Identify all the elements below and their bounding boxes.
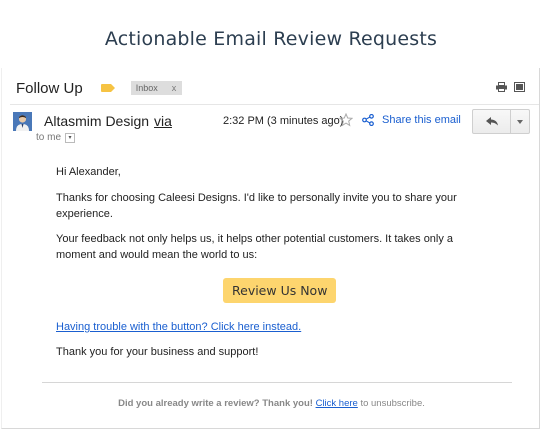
review-us-now-button[interactable]: Review Us Now	[223, 278, 337, 303]
star-icon[interactable]	[339, 113, 353, 127]
footer-suffix: to unsubscribe.	[360, 398, 425, 409]
recipient-label: to me	[36, 132, 62, 143]
email-timestamp: 2:32 PM (3 minutes ago)	[223, 115, 344, 127]
unsubscribe-link[interactable]: Click here	[316, 398, 358, 409]
reply-button-group	[472, 109, 530, 134]
page: Actionable Email Review Requests Follow …	[0, 0, 542, 430]
top-actions	[496, 82, 525, 92]
footer-divider	[42, 382, 512, 383]
email-footer: Did you already write a review? Thank yo…	[2, 398, 541, 409]
avatar[interactable]	[13, 112, 32, 131]
share-icon[interactable]	[362, 114, 374, 126]
sender-line: Altasmim Design via	[44, 113, 172, 129]
email-paragraph-1: Thanks for choosing Caleesi Designs. I'd…	[56, 191, 457, 221]
footer-prefix: Did you already write a review? Thank yo…	[118, 398, 313, 409]
more-actions-button[interactable]	[511, 110, 529, 133]
recipient-line: to me ▾	[36, 132, 76, 143]
inbox-label-chip[interactable]: Inbox x	[130, 81, 183, 95]
sender-via-link[interactable]: via	[154, 113, 172, 129]
email-body: Hi Alexander, Thanks for choosing Calees…	[56, 164, 486, 272]
email-paragraph-2: Your feedback not only helps us, it help…	[56, 232, 454, 262]
popout-icon[interactable]	[514, 82, 525, 92]
email-greeting: Hi Alexander,	[56, 166, 121, 178]
subject-row: Follow Up Inbox x	[16, 78, 183, 98]
print-icon[interactable]	[496, 82, 507, 92]
email-subject: Follow Up	[16, 79, 83, 97]
page-title: Actionable Email Review Requests	[104, 28, 438, 50]
recipient-details-caret-icon[interactable]: ▾	[65, 132, 76, 143]
inbox-chip-label: Inbox	[135, 83, 158, 93]
email-panel: Follow Up Inbox x Altasmim Design via to…	[1, 68, 540, 429]
email-closing: Thank you for your business and support!	[56, 346, 259, 358]
share-email-link[interactable]: Share this email	[382, 114, 461, 126]
header-divider	[10, 104, 539, 105]
remove-label-button[interactable]: x	[172, 83, 177, 93]
reply-button[interactable]	[473, 110, 511, 133]
sender-name[interactable]: Altasmim Design	[44, 113, 149, 129]
avatar-image	[13, 112, 32, 131]
fallback-review-link[interactable]: Having trouble with the button? Click he…	[56, 321, 301, 333]
more-caret-icon	[517, 119, 523, 124]
cta-wrapper: Review Us Now	[223, 278, 337, 303]
reply-icon	[485, 117, 498, 126]
label-tag-icon[interactable]	[100, 84, 115, 92]
